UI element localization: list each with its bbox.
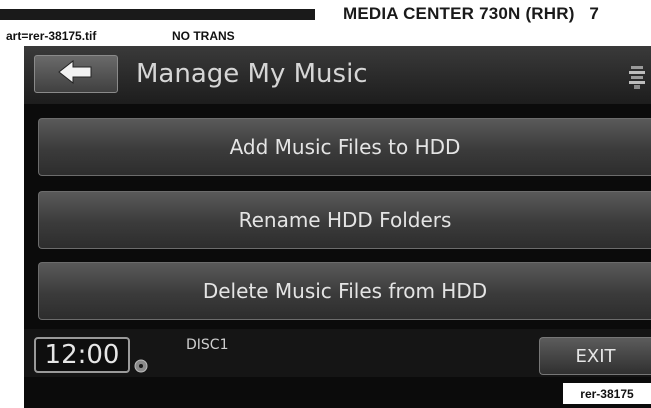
source-label: DISC1 bbox=[186, 337, 229, 353]
rename-hdd-folders-button[interactable]: Rename HDD Folders bbox=[38, 191, 651, 249]
exit-button[interactable]: EXIT bbox=[539, 337, 651, 375]
art-reference-tag: rer-38175 bbox=[563, 383, 651, 404]
back-button[interactable] bbox=[34, 55, 118, 93]
settings-icon[interactable] bbox=[628, 64, 646, 90]
device-screen: Manage My Music Add Music Files to HDD R… bbox=[24, 46, 651, 408]
disc-icon bbox=[134, 359, 148, 373]
back-arrow-icon bbox=[57, 59, 95, 89]
section-title: MEDIA CENTER 730N (RHR) bbox=[343, 4, 575, 23]
status-bar: 12:00 DISC1 EXIT bbox=[24, 329, 651, 377]
trans-note: NO TRANS bbox=[172, 29, 235, 43]
clock-display[interactable]: 12:00 bbox=[34, 337, 130, 373]
header-rule bbox=[0, 9, 315, 20]
art-file-label: art=rer-38175.tif bbox=[6, 29, 97, 43]
page-header: MEDIA CENTER 730N (RHR) 7 bbox=[343, 4, 599, 24]
delete-music-files-button[interactable]: Delete Music Files from HDD bbox=[38, 262, 651, 320]
page-number: 7 bbox=[589, 4, 600, 23]
screen-title: Manage My Music bbox=[136, 59, 368, 89]
add-music-files-button[interactable]: Add Music Files to HDD bbox=[38, 118, 651, 176]
title-bar: Manage My Music bbox=[24, 46, 651, 104]
